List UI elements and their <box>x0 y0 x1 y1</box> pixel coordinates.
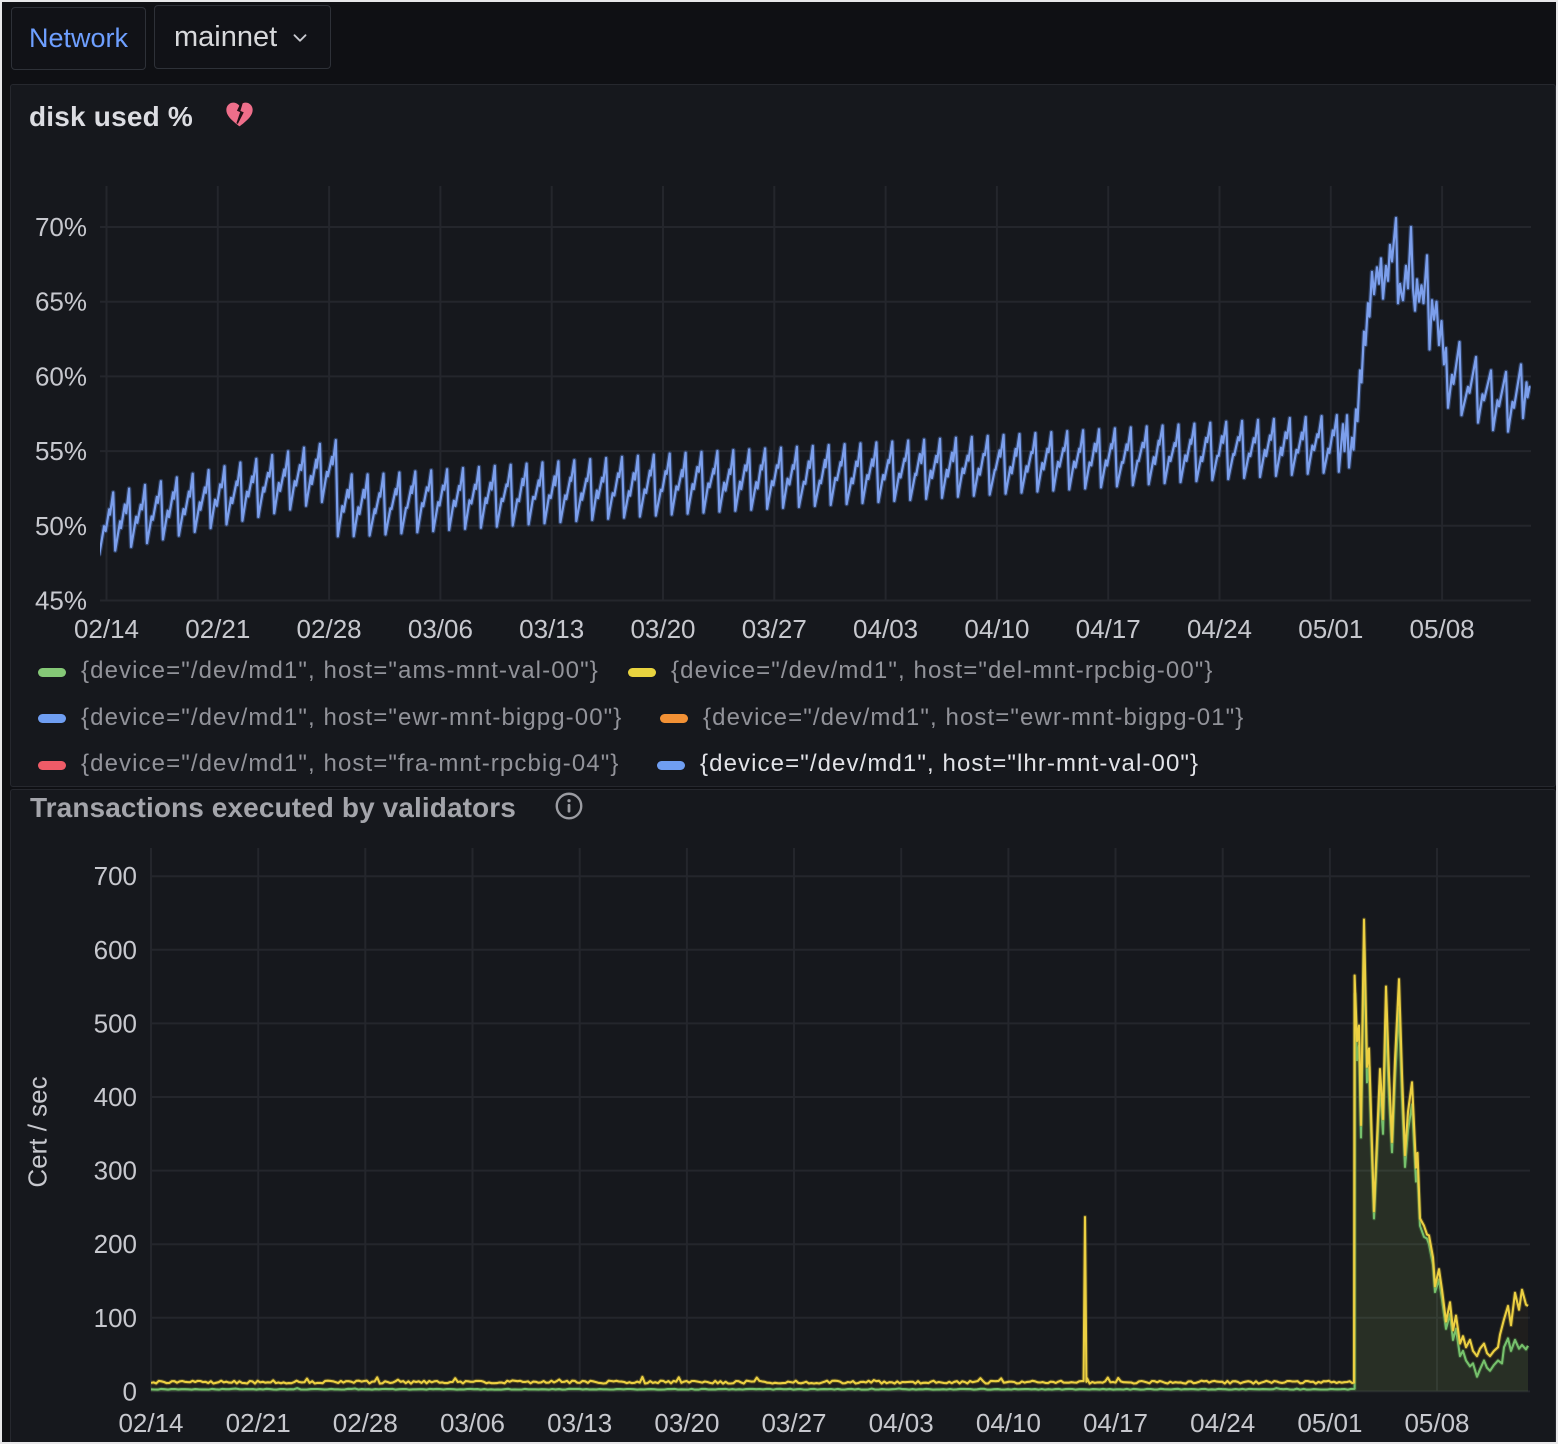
svg-text:300: 300 <box>94 1156 137 1186</box>
svg-text:03/20: 03/20 <box>654 1408 719 1438</box>
svg-text:05/08: 05/08 <box>1404 1408 1469 1438</box>
svg-text:04/24: 04/24 <box>1187 614 1252 644</box>
svg-text:04/17: 04/17 <box>1083 1408 1148 1438</box>
svg-text:0: 0 <box>123 1376 137 1406</box>
svg-text:03/20: 03/20 <box>630 614 695 644</box>
svg-text:04/24: 04/24 <box>1190 1408 1255 1438</box>
svg-text:700: 700 <box>94 861 137 891</box>
svg-text:05/01: 05/01 <box>1297 1408 1362 1438</box>
svg-text:02/28: 02/28 <box>333 1408 398 1438</box>
svg-text:03/27: 03/27 <box>742 614 807 644</box>
svg-text:100: 100 <box>94 1303 137 1333</box>
svg-text:03/13: 03/13 <box>519 614 584 644</box>
svg-text:02/28: 02/28 <box>297 614 362 644</box>
svg-text:70%: 70% <box>35 212 87 242</box>
svg-text:03/27: 03/27 <box>761 1408 826 1438</box>
svg-text:04/03: 04/03 <box>853 614 918 644</box>
svg-text:400: 400 <box>94 1082 137 1112</box>
svg-text:05/08: 05/08 <box>1410 614 1475 644</box>
svg-text:03/06: 03/06 <box>408 614 473 644</box>
svg-text:45%: 45% <box>35 586 87 616</box>
svg-text:02/21: 02/21 <box>185 614 250 644</box>
svg-text:04/10: 04/10 <box>976 1408 1041 1438</box>
svg-text:05/01: 05/01 <box>1298 614 1363 644</box>
svg-text:04/17: 04/17 <box>1076 614 1141 644</box>
svg-text:04/10: 04/10 <box>964 614 1029 644</box>
svg-text:600: 600 <box>94 935 137 965</box>
svg-text:02/14: 02/14 <box>74 614 139 644</box>
svg-text:55%: 55% <box>35 436 87 466</box>
svg-text:200: 200 <box>94 1229 137 1259</box>
svg-text:02/21: 02/21 <box>226 1408 291 1438</box>
svg-text:500: 500 <box>94 1008 137 1038</box>
svg-text:60%: 60% <box>35 361 87 391</box>
svg-text:04/03: 04/03 <box>869 1408 934 1438</box>
svg-text:02/14: 02/14 <box>118 1408 183 1438</box>
svg-text:65%: 65% <box>35 287 87 317</box>
svg-text:03/06: 03/06 <box>440 1408 505 1438</box>
svg-text:03/13: 03/13 <box>547 1408 612 1438</box>
svg-text:50%: 50% <box>35 511 87 541</box>
